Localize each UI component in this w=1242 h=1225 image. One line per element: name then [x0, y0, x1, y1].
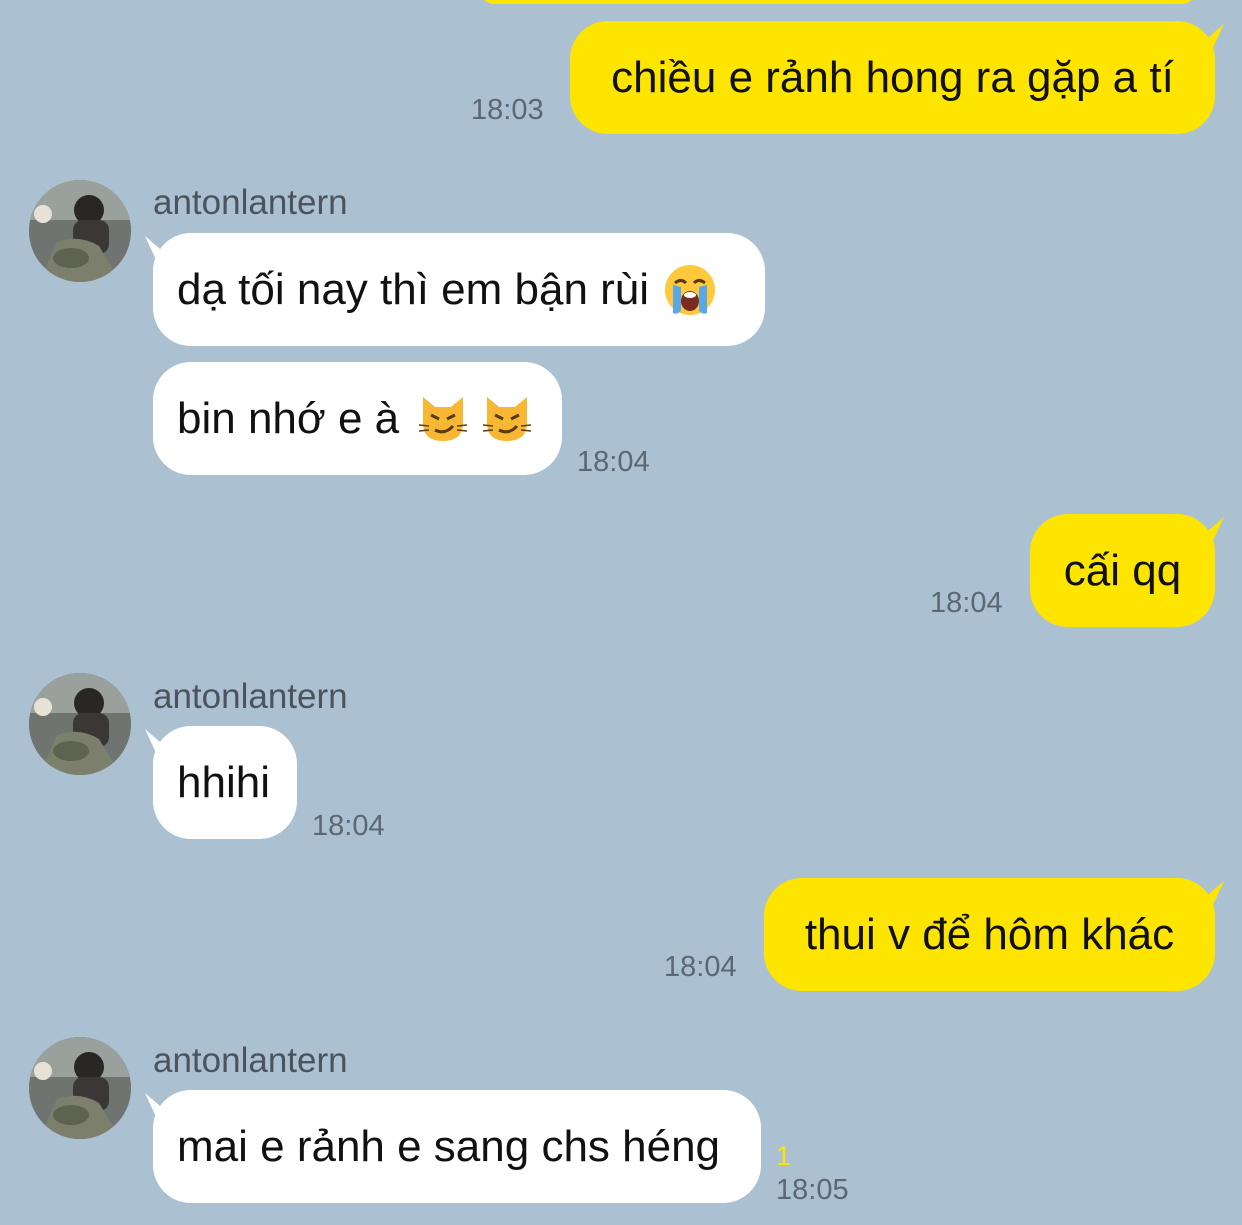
sender-name: antonlantern — [153, 1041, 348, 1080]
sender-avatar[interactable] — [29, 180, 131, 282]
incoming-message-bubble[interactable]: mai e rảnh e sang chs héng — [153, 1090, 761, 1203]
message-timestamp: 18:03 — [471, 94, 544, 126]
message-text: bin nhớ e à — [177, 393, 400, 443]
message-text: chiều e rảnh hong ra gặp a tí — [611, 52, 1174, 102]
incoming-message-bubble[interactable]: bin nhớ e à — [153, 362, 562, 475]
sender-name: antonlantern — [153, 183, 348, 222]
incoming-message-bubble[interactable]: dạ tối nay thì em bận rùi — [153, 233, 765, 346]
unread-count: 1 — [776, 1141, 792, 1171]
message-timestamp: 18:04 — [930, 587, 1003, 619]
message-text: thui v để hôm khác — [804, 909, 1175, 959]
message-text: mai e rảnh e sang chs héng — [177, 1121, 721, 1171]
message-timestamp: 18:05 — [776, 1174, 849, 1206]
incoming-message-bubble[interactable]: hhihi — [153, 726, 297, 839]
message-timestamp: 18:04 — [312, 810, 385, 842]
outgoing-message-bubble[interactable]: cấi qq — [1030, 514, 1215, 627]
cat-with-wry-smile-icon — [417, 393, 469, 445]
chat-message-list[interactable]: chiều e rảnh hong ra gặp a tí 18:03 anto… — [0, 0, 1242, 1225]
loudly-crying-face-icon — [663, 263, 717, 317]
message-text: dạ tối nay thì em bận rùi — [177, 264, 650, 314]
cat-with-wry-smile-icon — [481, 393, 533, 445]
outgoing-message-bubble[interactable]: thui v để hôm khác — [764, 878, 1215, 991]
message-text: hhihi — [177, 757, 270, 807]
message-timestamp: 18:04 — [664, 951, 737, 983]
message-timestamp: 18:04 — [577, 446, 650, 478]
message-text: cấi qq — [1063, 545, 1182, 595]
sender-name: antonlantern — [153, 677, 348, 716]
sender-avatar[interactable] — [29, 673, 131, 775]
partial-message-bubble — [478, 0, 1198, 4]
sender-avatar[interactable] — [29, 1037, 131, 1139]
outgoing-message-bubble[interactable]: chiều e rảnh hong ra gặp a tí — [570, 21, 1215, 134]
